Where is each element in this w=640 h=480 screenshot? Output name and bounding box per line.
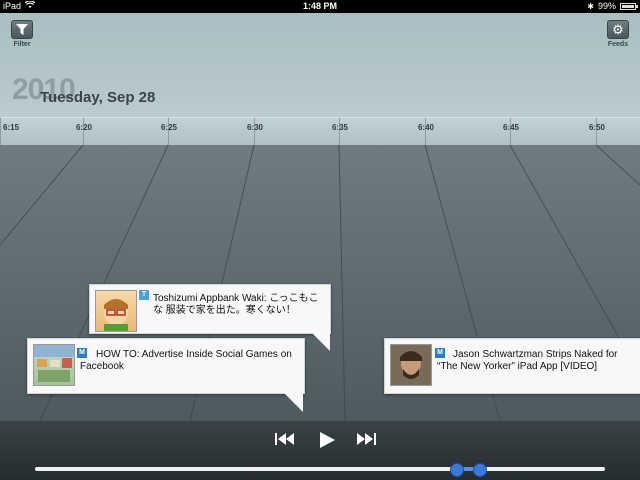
tick-0620: 6:20: [76, 118, 92, 146]
thumbnail: [390, 344, 432, 386]
thumbnail: [33, 344, 75, 386]
status-time: 1:48 PM: [302, 1, 337, 11]
tick-0615: 6:15: [0, 118, 19, 146]
bluetooth-icon: ✱: [587, 1, 594, 11]
tick-0635: 6:35: [332, 118, 348, 146]
feeds-button[interactable]: ⚙: [607, 20, 629, 39]
twitter-badge-icon: T: [139, 290, 149, 300]
skip-back-button[interactable]: [275, 432, 295, 451]
time-range-slider[interactable]: [35, 463, 605, 477]
filter-icon: [16, 24, 28, 35]
card-text: HOW TO: Advertise Inside Social Games on…: [80, 349, 292, 372]
filter-button[interactable]: [11, 20, 33, 39]
play-button[interactable]: [318, 431, 336, 454]
tick-0625: 6:25: [161, 118, 177, 146]
status-right: ✱ 99%: [587, 1, 638, 11]
battery-percent: 99%: [597, 1, 616, 11]
battery-icon: [620, 2, 638, 10]
tick-0645: 6:45: [503, 118, 519, 146]
tweet-card-toshizumi[interactable]: T Toshizumi Appbank Waki: こっこもこな 服装で家を出た…: [89, 284, 331, 334]
playback-bar: [0, 421, 640, 480]
feeds-tool[interactable]: ⚙ Feeds: [598, 20, 638, 48]
skip-forward-icon: [357, 433, 376, 445]
filter-tool[interactable]: Filter: [2, 20, 42, 48]
gear-icon: ⚙: [612, 22, 624, 37]
tick-0650: 6:50: [589, 118, 605, 146]
timeline-ruler[interactable]: 6:15 6:20 6:25 6:30 6:35 6:40 6:45 6:50: [0, 117, 640, 146]
callout-pointer: [282, 391, 303, 412]
news-card-howto[interactable]: M HOW TO: Advertise Inside Social Games …: [27, 338, 305, 394]
feeds-label: Feeds: [607, 41, 629, 48]
range-start-handle[interactable]: [450, 463, 464, 477]
avatar: [95, 290, 137, 332]
date-label: Tuesday, Sep 28: [40, 89, 156, 106]
news-card-jason[interactable]: M Jason Schwartzman Strips Naked for “Th…: [384, 338, 640, 394]
card-text: Jason Schwartzman Strips Naked for “The …: [437, 349, 618, 372]
card-text: Toshizumi Appbank Waki: こっこもこな 服装で家を出た。寒…: [153, 293, 319, 316]
callout-pointer: [310, 331, 330, 351]
skip-back-icon: [275, 433, 294, 445]
skip-forward-button[interactable]: [356, 432, 376, 451]
tick-0640: 6:40: [418, 118, 434, 146]
play-icon: [320, 432, 335, 448]
range-end-handle[interactable]: [473, 463, 487, 477]
filter-label: Filter: [13, 41, 31, 48]
tick-0630: 6:30: [247, 118, 263, 146]
status-bar: iPad 1:48 PM ✱ 99%: [0, 0, 640, 13]
